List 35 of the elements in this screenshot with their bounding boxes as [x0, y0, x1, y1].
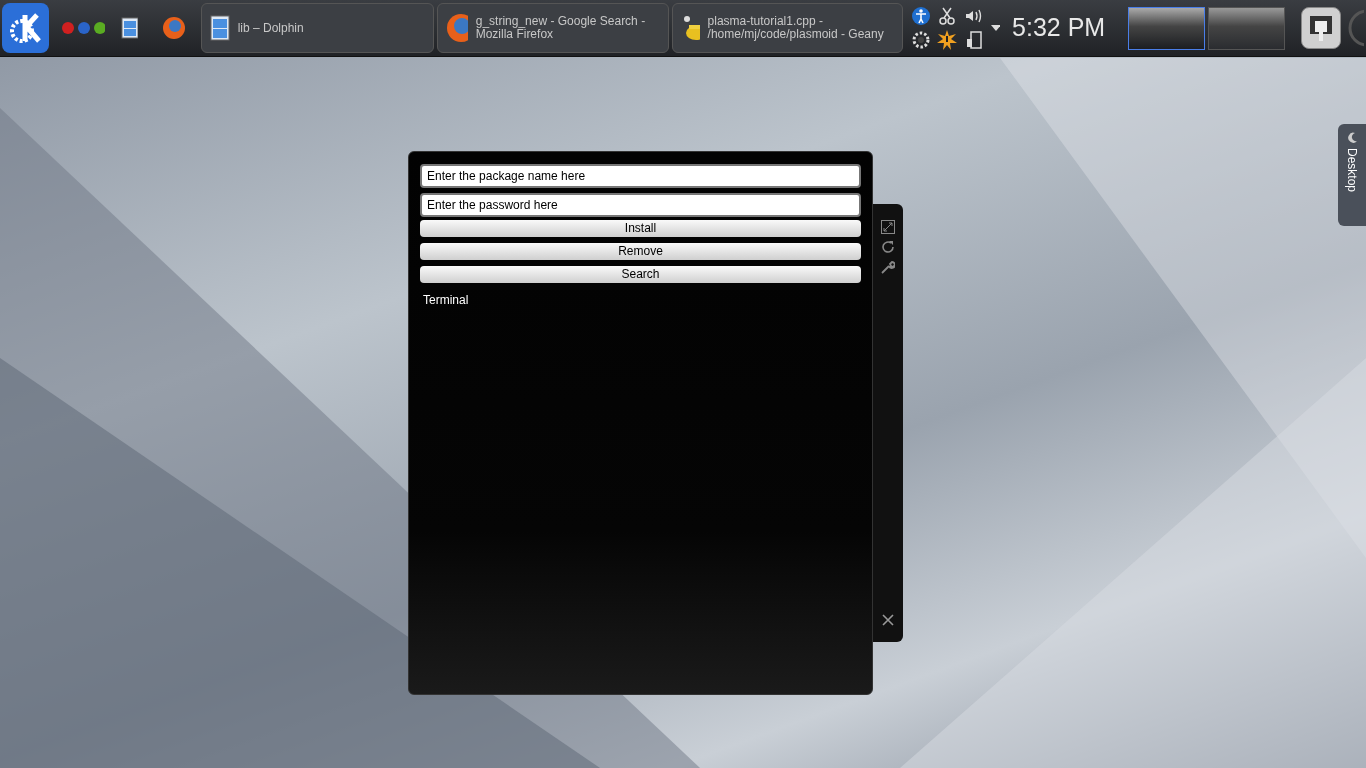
file-cabinet-icon[interactable] [120, 17, 138, 39]
caret-icon[interactable] [990, 24, 1001, 32]
widget-handle[interactable] [873, 204, 903, 642]
dots-icon[interactable] [61, 20, 105, 36]
task-title: plasma-tutorial1.cpp - /home/mj/code/plasmoid - Geany [707, 15, 885, 41]
kde-menu-icon[interactable] [2, 3, 50, 53]
gear-icon[interactable] [910, 30, 931, 50]
scissors-icon[interactable] [937, 6, 958, 26]
action-button[interactable]: Install [420, 220, 861, 237]
task-button[interactable]: lib – Dolphin [200, 3, 434, 53]
network-plug-icon[interactable] [1301, 7, 1342, 49]
task-button[interactable]: plasma-tutorial1.cpp - /home/mj/code/plasmoid - Geany [671, 3, 903, 53]
globe-icon [445, 13, 468, 43]
close-icon[interactable] [882, 614, 894, 626]
desktop-label: Desktop [1344, 148, 1360, 193]
package-name-field[interactable]: Enter the package name here [420, 164, 861, 188]
desktop-pager-item[interactable] [1208, 6, 1286, 50]
task-title: lib – Dolphin [237, 21, 304, 35]
accessibility-icon[interactable] [910, 6, 931, 26]
password-field[interactable]: Enter the password here [420, 193, 861, 217]
action-button[interactable]: Remove [420, 243, 861, 260]
action-button[interactable]: Search [420, 266, 861, 283]
task-title: g_string_new - Google Search - Mozilla Firefox [475, 15, 647, 41]
clock[interactable]: 5:32 PM [1012, 9, 1117, 47]
desktop-toolbox[interactable]: Desktop [1338, 124, 1366, 226]
globe-icon[interactable] [161, 16, 185, 40]
desktop-pager-item[interactable] [1128, 6, 1206, 50]
terminal-output: Terminal [423, 292, 469, 309]
file-cabinet-icon [209, 15, 230, 41]
warning-burst-icon[interactable] [937, 30, 958, 50]
resize-icon[interactable] [881, 220, 895, 234]
task-button[interactable]: g_string_new - Google Search - Mozilla Firefox [436, 3, 669, 53]
wrench-icon[interactable] [881, 260, 895, 274]
rotate-icon[interactable] [881, 240, 895, 254]
moon-icon [1346, 132, 1358, 144]
